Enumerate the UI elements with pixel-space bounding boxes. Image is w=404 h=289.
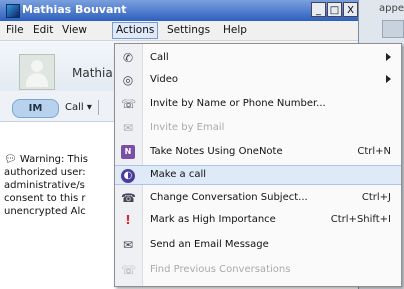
warning-message: 💬︎ Warning: This authorized user: admini…	[4, 153, 120, 218]
menu-item-label: Make a call	[150, 169, 207, 180]
menu-item-send-email[interactable]: ✉ Send an Email Message	[115, 235, 401, 255]
menu-item-label: Change Conversation Subject...	[150, 192, 308, 203]
warning-line: Warning: This	[19, 154, 88, 165]
menu-item-label: Video	[150, 74, 179, 85]
menu-item-label: Send an Email Message	[150, 239, 269, 250]
phone-icon: ✆	[122, 51, 134, 65]
make-call-icon: ◐	[121, 169, 135, 183]
toolbar-divider	[98, 100, 99, 115]
subject-icon: ☎	[121, 191, 136, 205]
menu-item-label: Mark as High Importance	[150, 214, 276, 225]
history-icon: ☏	[121, 263, 137, 277]
menu-bar: File Edit View Actions Settings Help	[0, 21, 358, 41]
menu-edit[interactable]: Edit	[33, 24, 53, 36]
avatar[interactable]	[19, 54, 55, 90]
speech-bubble-icon: 💬︎	[4, 154, 17, 165]
email-icon: ✉	[122, 121, 134, 135]
menu-item-label: Find Previous Conversations	[150, 264, 291, 275]
warning-line: consent to this r	[4, 193, 86, 204]
menu-settings[interactable]: Settings	[167, 24, 210, 36]
warning-line: authorized user:	[4, 167, 86, 178]
menu-view[interactable]: View	[62, 24, 87, 36]
menu-item-call[interactable]: ✆ Call	[115, 48, 401, 68]
menu-item-shortcut: Ctrl+Shift+I	[330, 214, 391, 225]
warning-line: administrative/s	[4, 180, 85, 191]
menu-help[interactable]: Help	[223, 24, 247, 36]
menu-item-invite-by-name[interactable]: ☏ Invite by Name or Phone Number...	[115, 94, 401, 114]
submenu-arrow-icon	[386, 75, 391, 83]
menu-item-label: Call	[150, 52, 169, 63]
menu-item-shortcut: Ctrl+N	[357, 146, 391, 157]
menu-item-shortcut: Ctrl+J	[361, 192, 391, 203]
menu-item-label: Invite by Email	[150, 122, 225, 133]
menu-item-find-previous[interactable]: ☏ Find Previous Conversations	[115, 260, 401, 280]
menu-item-high-importance[interactable]: ! Mark as High Importance Ctrl+Shift+I	[115, 210, 401, 230]
maximize-button[interactable]: □	[327, 2, 342, 17]
app-icon	[6, 4, 20, 18]
actions-menu: ✆ Call ◎ Video ☏ Invite by Name or Phone…	[114, 43, 402, 287]
menu-item-invite-by-email[interactable]: ✉ Invite by Email	[115, 118, 401, 138]
close-button[interactable]: X	[343, 2, 358, 17]
menu-item-video[interactable]: ◎ Video	[115, 70, 401, 90]
submenu-arrow-icon	[386, 53, 391, 61]
menu-item-label: Take Notes Using OneNote	[150, 146, 283, 157]
chevron-down-icon[interactable]: ▾	[87, 102, 92, 113]
warning-line: unencrypted Alc	[4, 206, 86, 217]
envelope-icon: ✉	[122, 238, 134, 252]
invite-icon: ☏	[121, 97, 137, 111]
background-text: appe	[379, 3, 404, 14]
exclamation-icon: !	[125, 213, 131, 227]
webcam-icon: ◎	[122, 73, 134, 87]
menu-item-label: Invite by Name or Phone Number...	[150, 98, 326, 109]
menu-item-make-a-call[interactable]: ◐ Make a call	[115, 165, 401, 185]
menu-actions[interactable]: Actions	[112, 22, 159, 39]
background-control	[382, 20, 404, 38]
menu-item-onenote[interactable]: N Take Notes Using OneNote Ctrl+N	[115, 142, 401, 162]
title-bar[interactable]: Mathias Bouvant _ □ X	[0, 0, 358, 21]
menu-file[interactable]: File	[6, 24, 24, 36]
call-label: Call	[65, 102, 84, 113]
im-button[interactable]: IM	[12, 99, 59, 118]
window-title: Mathias Bouvant	[22, 3, 127, 16]
contact-name[interactable]: Mathia	[72, 66, 113, 80]
call-button[interactable]: Call ▾	[65, 102, 92, 113]
menu-item-change-subject[interactable]: ☎ Change Conversation Subject... Ctrl+J	[115, 188, 401, 208]
minimize-button[interactable]: _	[311, 2, 326, 17]
onenote-icon: N	[121, 145, 135, 159]
